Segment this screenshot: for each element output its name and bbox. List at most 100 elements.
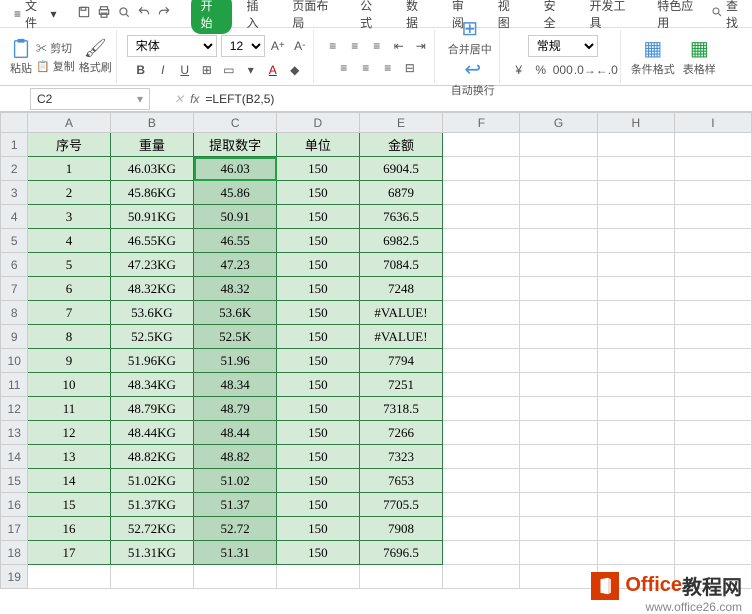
row-header[interactable]: 16: [1, 493, 28, 517]
highlight-icon[interactable]: ◆: [286, 61, 304, 79]
cell[interactable]: [520, 253, 597, 277]
cell[interactable]: 重量: [110, 133, 194, 157]
col-header[interactable]: C: [194, 113, 277, 133]
cell[interactable]: [520, 517, 597, 541]
cell[interactable]: [520, 349, 597, 373]
cell[interactable]: 7266: [359, 421, 443, 445]
indent-increase-icon[interactable]: ⇥: [412, 37, 430, 55]
cell[interactable]: 48.79: [194, 397, 277, 421]
cell[interactable]: [597, 253, 674, 277]
cell[interactable]: [443, 517, 520, 541]
copy-button[interactable]: 📋 复制: [36, 58, 75, 74]
cell[interactable]: [443, 397, 520, 421]
row-header[interactable]: 15: [1, 469, 28, 493]
cell[interactable]: 7323: [359, 445, 443, 469]
cell[interactable]: 150: [277, 397, 359, 421]
cell[interactable]: [520, 205, 597, 229]
indent-decrease-icon[interactable]: ⇤: [390, 37, 408, 55]
paste-button[interactable]: 粘贴: [10, 38, 32, 76]
row-header[interactable]: 1: [1, 133, 28, 157]
cell[interactable]: 52.5K: [194, 325, 277, 349]
tab-data[interactable]: 数据: [396, 0, 438, 34]
col-header[interactable]: B: [110, 113, 194, 133]
cell[interactable]: [443, 133, 520, 157]
align-bottom-icon[interactable]: ≡: [368, 37, 386, 55]
cell[interactable]: 51.02KG: [110, 469, 194, 493]
cell[interactable]: 47.23KG: [110, 253, 194, 277]
increase-font-icon[interactable]: A+: [269, 37, 287, 55]
fx-icon[interactable]: fx: [190, 92, 199, 106]
col-header[interactable]: H: [597, 113, 674, 133]
row-header[interactable]: 11: [1, 373, 28, 397]
cell[interactable]: 48.44: [194, 421, 277, 445]
cell[interactable]: [443, 541, 520, 565]
cell[interactable]: 8: [28, 325, 110, 349]
file-menu-button[interactable]: ≡ 文件 ▾: [4, 0, 67, 33]
cell[interactable]: 150: [277, 205, 359, 229]
cell[interactable]: [597, 493, 674, 517]
cell[interactable]: 53.6K: [194, 301, 277, 325]
italic-icon[interactable]: I: [154, 61, 172, 79]
cell[interactable]: [443, 325, 520, 349]
cell[interactable]: [520, 541, 597, 565]
underline-icon[interactable]: U: [176, 61, 194, 79]
cell[interactable]: [597, 517, 674, 541]
tab-start[interactable]: 开始: [191, 0, 233, 34]
cell[interactable]: [443, 205, 520, 229]
cell[interactable]: 52.5KG: [110, 325, 194, 349]
cell[interactable]: 46.55KG: [110, 229, 194, 253]
name-box[interactable]: C2 ▾: [30, 88, 150, 110]
merge-button[interactable]: ⊞ 合并居中: [448, 16, 492, 57]
cell[interactable]: 15: [28, 493, 110, 517]
cell[interactable]: 7705.5: [359, 493, 443, 517]
number-format-select[interactable]: 常规: [528, 35, 598, 57]
row-header[interactable]: 12: [1, 397, 28, 421]
cell[interactable]: 11: [28, 397, 110, 421]
cell[interactable]: 48.79KG: [110, 397, 194, 421]
align-left-icon[interactable]: ≡: [335, 59, 353, 77]
cell[interactable]: 金额: [359, 133, 443, 157]
cell[interactable]: [520, 181, 597, 205]
cell[interactable]: [597, 541, 674, 565]
cell[interactable]: 150: [277, 421, 359, 445]
cell[interactable]: 7794: [359, 349, 443, 373]
cell[interactable]: 提取数字: [194, 133, 277, 157]
row-header[interactable]: 19: [1, 565, 28, 589]
cell[interactable]: 150: [277, 301, 359, 325]
cell[interactable]: 10: [28, 373, 110, 397]
cell[interactable]: 单位: [277, 133, 359, 157]
cell[interactable]: #VALUE!: [359, 301, 443, 325]
cut-button[interactable]: ✂ 剪切: [36, 40, 75, 56]
align-top-icon[interactable]: ≡: [324, 37, 342, 55]
cell[interactable]: [520, 565, 597, 589]
cell[interactable]: 150: [277, 373, 359, 397]
cell[interactable]: [520, 325, 597, 349]
cell[interactable]: [520, 133, 597, 157]
cell[interactable]: [443, 421, 520, 445]
cell[interactable]: 13: [28, 445, 110, 469]
cell[interactable]: [674, 397, 751, 421]
decimal-dec-icon[interactable]: ←.0: [598, 61, 616, 79]
tab-special[interactable]: 特色应用: [647, 0, 711, 34]
cell[interactable]: #VALUE!: [359, 325, 443, 349]
cell[interactable]: 48.82KG: [110, 445, 194, 469]
cancel-formula-icon[interactable]: ✕: [174, 92, 184, 106]
row-header[interactable]: 14: [1, 445, 28, 469]
cell[interactable]: 51.37KG: [110, 493, 194, 517]
cell[interactable]: [597, 277, 674, 301]
cell[interactable]: [674, 469, 751, 493]
align-middle-icon[interactable]: ≡: [346, 37, 364, 55]
col-header[interactable]: I: [674, 113, 751, 133]
cell[interactable]: [520, 157, 597, 181]
row-header[interactable]: 8: [1, 301, 28, 325]
cell[interactable]: [674, 205, 751, 229]
find-button[interactable]: 查找: [711, 0, 748, 31]
cell[interactable]: [443, 157, 520, 181]
cell[interactable]: [674, 229, 751, 253]
cell[interactable]: 1: [28, 157, 110, 181]
cell[interactable]: 2: [28, 181, 110, 205]
fill-color-icon[interactable]: ▭: [220, 61, 238, 79]
col-header[interactable]: D: [277, 113, 359, 133]
row-header[interactable]: 17: [1, 517, 28, 541]
row-header[interactable]: 4: [1, 205, 28, 229]
